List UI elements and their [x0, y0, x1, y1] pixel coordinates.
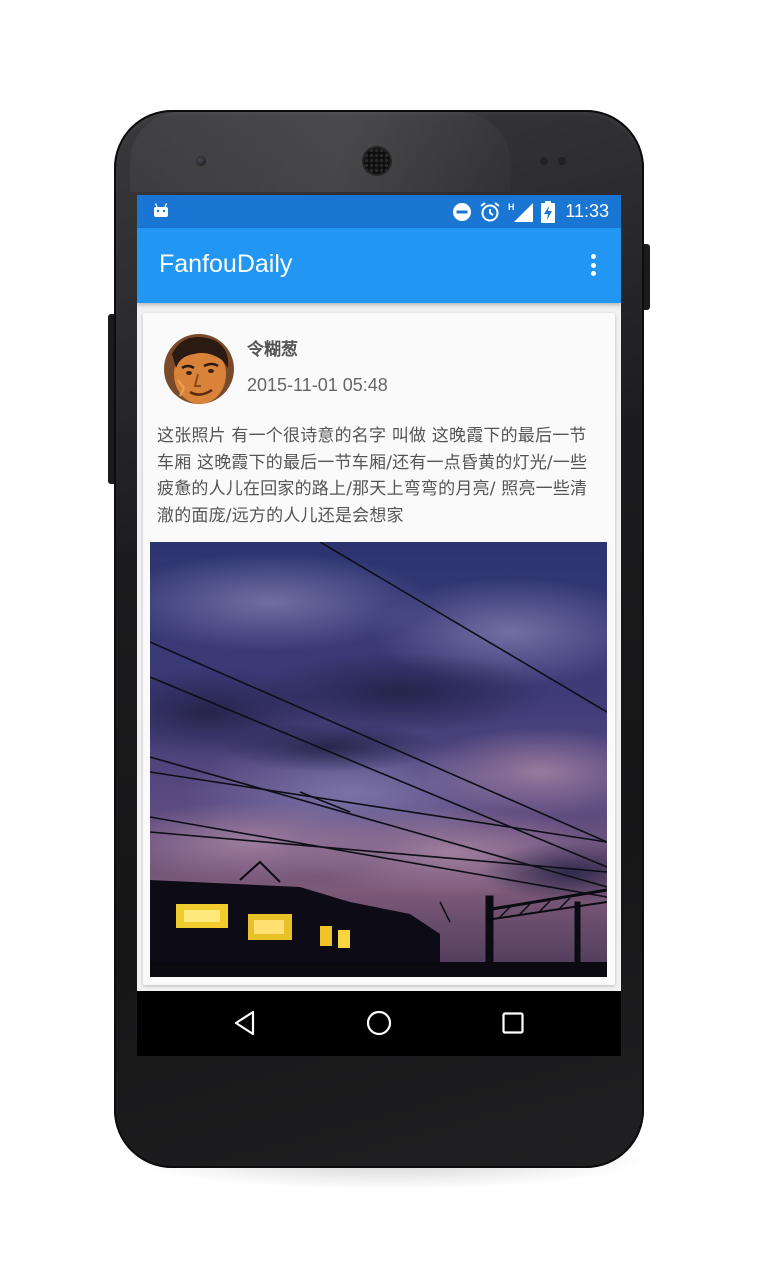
android-notification-icon: [154, 203, 168, 217]
phone-screen: H 11:33 FanfouDaily 令糊葱 2015-11-01 05:48…: [137, 195, 621, 1056]
earpiece-speaker: [364, 148, 390, 174]
home-button[interactable]: [361, 1005, 397, 1041]
proximity-sensor: [540, 157, 548, 165]
post-card[interactable]: 令糊葱 2015-11-01 05:48 这张照片 有一个很诗意的名字 叫做 这…: [143, 313, 615, 985]
back-button[interactable]: [227, 1005, 263, 1041]
post-photo[interactable]: [150, 542, 607, 977]
alarm-icon: [480, 201, 500, 221]
signal-icon: H: [508, 202, 534, 222]
recents-icon: [502, 1012, 524, 1034]
status-bar: H 11:33: [137, 195, 621, 228]
avatar[interactable]: [164, 334, 234, 404]
phone-frame-sheen: [130, 112, 510, 192]
light-sensor: [558, 157, 566, 165]
username[interactable]: 令糊葱: [247, 335, 298, 360]
post-text: 这张照片 有一个很诗意的名字 叫做 这晚霞下的最后一节车厢 这晚霞下的最后一节车…: [157, 426, 588, 526]
app-title: FanfouDaily: [159, 250, 293, 278]
recents-button[interactable]: [495, 1005, 531, 1041]
battery-charging-icon: [541, 200, 556, 223]
status-time: 11:33: [565, 201, 609, 221]
overflow-menu-icon[interactable]: [583, 250, 603, 280]
back-icon: [234, 1010, 255, 1036]
do-not-disturb-icon: [453, 202, 472, 221]
post-timestamp: 2015-11-01 05:48: [247, 375, 388, 395]
home-icon: [366, 1010, 392, 1036]
app-bar: FanfouDaily: [137, 228, 621, 303]
navigation-bar: [137, 991, 621, 1056]
evening-train-photo: [150, 542, 607, 977]
status-icons: H 11:33: [452, 199, 609, 224]
front-camera: [196, 156, 206, 166]
network-type-label: H: [508, 202, 515, 212]
